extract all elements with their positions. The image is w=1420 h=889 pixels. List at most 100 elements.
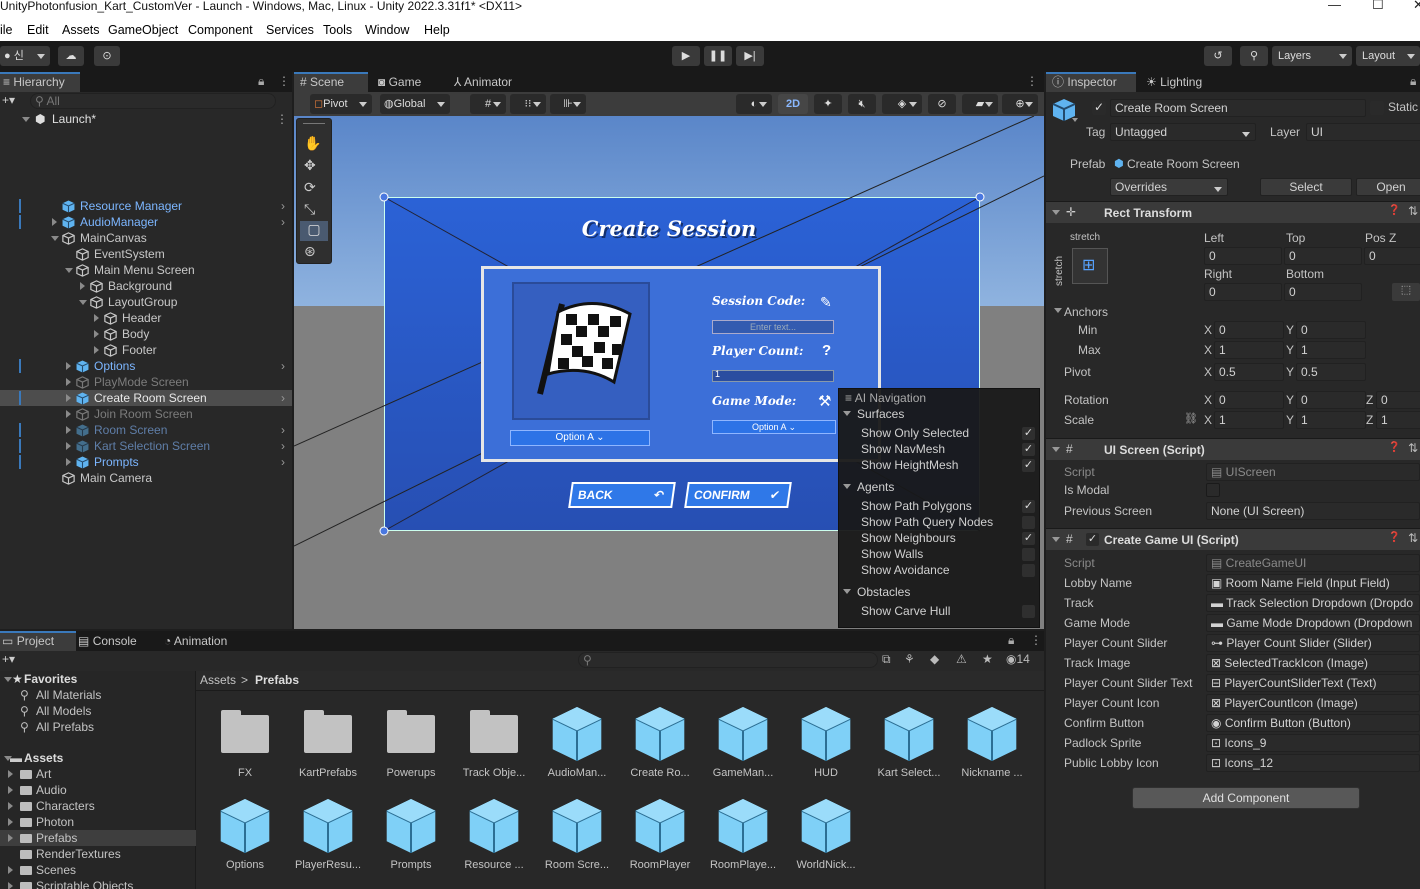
- prefab-asset[interactable]: RoomPlaye...: [702, 793, 784, 883]
- link-icon[interactable]: ⛓: [1184, 412, 1198, 425]
- grid-dropdown[interactable]: ⁝⁝: [510, 94, 546, 114]
- chevron-right-icon[interactable]: ›: [281, 422, 285, 438]
- reference-field[interactable]: ▬ Game Mode Dropdown (Dropdown: [1206, 614, 1420, 632]
- menu-component[interactable]: Component: [188, 23, 253, 37]
- open-button[interactable]: Open: [1356, 178, 1420, 196]
- ai-section-header[interactable]: Agents: [843, 480, 894, 494]
- expand-arrow[interactable]: [8, 882, 13, 889]
- object-name-field[interactable]: Create Room Screen: [1110, 99, 1366, 117]
- prefab-asset[interactable]: HUD: [785, 701, 867, 791]
- project-search[interactable]: ⚲: [578, 652, 878, 668]
- anchor-preset-button[interactable]: ⊞: [1072, 248, 1108, 284]
- reference-field[interactable]: ⊡ Icons_9: [1206, 734, 1420, 752]
- right-field[interactable]: 0: [1204, 283, 1282, 301]
- folder-item[interactable]: Characters: [0, 798, 196, 814]
- lighting-icon[interactable]: ✦: [814, 94, 842, 114]
- hierarchy-item[interactable]: Body: [0, 326, 292, 342]
- prefab-asset[interactable]: RoomPlayer: [619, 793, 701, 883]
- visibility-icon[interactable]: ⊘: [928, 94, 956, 114]
- tag-dropdown[interactable]: Untagged: [1110, 123, 1256, 141]
- expand-arrow[interactable]: [66, 362, 71, 370]
- ai-option-checkbox[interactable]: ✓: [1022, 459, 1035, 472]
- ai-option-row[interactable]: Show Path Query Nodes: [839, 515, 1039, 531]
- back-button[interactable]: BACK ↶: [568, 482, 676, 508]
- menu-gameobject[interactable]: GameObject: [108, 23, 178, 37]
- anchor-min-x[interactable]: 0: [1214, 321, 1284, 339]
- filter-icon[interactable]: ⚘: [904, 652, 915, 666]
- add-icon[interactable]: +▾: [2, 93, 15, 107]
- ui-screen-header[interactable]: # UI Screen (Script) ❓ ⇅: [1046, 438, 1420, 460]
- confirm-button[interactable]: CONFIRM ✔: [684, 482, 792, 508]
- chevron-right-icon[interactable]: ›: [281, 390, 285, 406]
- search-icon[interactable]: ⚲: [1240, 46, 1268, 66]
- folder-asset[interactable]: Powerups: [370, 701, 452, 791]
- rotation-x[interactable]: 0: [1214, 391, 1284, 409]
- reference-field[interactable]: ▬ Track Selection Dropdown (Dropdo: [1206, 594, 1420, 612]
- gizmos-dropdown[interactable]: ⊕: [1002, 94, 1038, 114]
- bottom-field[interactable]: 0: [1284, 283, 1362, 301]
- expand-arrow[interactable]: [66, 458, 71, 466]
- folder-item[interactable]: Scriptable Objects: [0, 878, 196, 889]
- ai-option-row[interactable]: Show NavMesh ✓: [839, 442, 1039, 458]
- hierarchy-item[interactable]: Footer: [0, 342, 292, 358]
- reference-field[interactable]: ⊟ PlayerCountSliderText (Text): [1206, 674, 1420, 692]
- lock-icon[interactable]: 🔒︎: [258, 74, 264, 89]
- hierarchy-item[interactable]: Options ›: [0, 358, 292, 374]
- ai-option-row[interactable]: Show HeightMesh ✓: [839, 458, 1039, 474]
- hierarchy-item[interactable]: Kart Selection Screen ›: [0, 438, 292, 454]
- tab-inspector[interactable]: ⓘ Inspector: [1046, 72, 1136, 92]
- expand-arrow[interactable]: [8, 802, 13, 810]
- prefab-asset[interactable]: Room Scre...: [536, 793, 618, 883]
- ai-option-checkbox[interactable]: ✓: [1022, 443, 1035, 456]
- lock-icon[interactable]: 🔒︎: [1008, 633, 1014, 648]
- ai-option-checkbox[interactable]: ✓: [1022, 532, 1035, 545]
- rotate-tool-icon[interactable]: ⟳: [304, 179, 316, 196]
- rect-tool-icon[interactable]: ▢: [300, 221, 328, 241]
- chevron-right-icon[interactable]: ›: [281, 214, 285, 230]
- session-code-input[interactable]: Enter text...: [712, 320, 834, 334]
- hierarchy-item[interactable]: LayoutGroup: [0, 294, 292, 310]
- overrides-dropdown[interactable]: Overrides: [1110, 178, 1228, 196]
- chevron-right-icon[interactable]: ›: [281, 438, 285, 454]
- ai-option-row[interactable]: Show Neighbours ✓: [839, 531, 1039, 547]
- move-tool-icon[interactable]: ✥: [304, 157, 316, 174]
- expand-arrow[interactable]: [66, 378, 71, 386]
- kebab-icon[interactable]: ⋮: [278, 74, 290, 88]
- chevron-right-icon[interactable]: ›: [281, 358, 285, 374]
- settings-icon[interactable]: ⇅: [1408, 441, 1418, 455]
- ai-option-checkbox[interactable]: ✓: [1022, 427, 1035, 440]
- add-icon[interactable]: +▾: [2, 652, 15, 666]
- tab-animator[interactable]: ⅄ Animator: [454, 72, 534, 92]
- scene-row[interactable]: ⬢ Launch* ⋮: [0, 110, 292, 128]
- tab-hierarchy[interactable]: ≡ Hierarchy: [0, 72, 80, 92]
- scale-tool-icon[interactable]: ⤡: [304, 201, 315, 218]
- cloud-icon[interactable]: ☁: [58, 46, 84, 66]
- folder-asset[interactable]: Track Obje...: [453, 701, 535, 791]
- prefab-asset[interactable]: Resource ...: [453, 793, 535, 883]
- scale-x[interactable]: 1: [1214, 411, 1284, 429]
- step-button[interactable]: ▶|: [736, 46, 764, 66]
- draw-mode-dropdown[interactable]: ◐: [736, 94, 772, 114]
- settings-icon[interactable]: ⇅: [1408, 204, 1418, 218]
- hierarchy-item[interactable]: PlayMode Screen: [0, 374, 292, 390]
- ai-option-checkbox[interactable]: [1022, 548, 1035, 561]
- tab-console[interactable]: ▤ Console: [78, 631, 158, 651]
- expand-arrow[interactable]: [52, 218, 57, 226]
- expand-arrow[interactable]: [8, 834, 13, 842]
- game-mode-dropdown[interactable]: Option A ⌄: [712, 420, 836, 434]
- lock-icon[interactable]: 🔒︎: [1410, 74, 1416, 89]
- collapse-arrow[interactable]: [1052, 447, 1060, 452]
- hierarchy-item[interactable]: Room Screen ›: [0, 422, 292, 438]
- pause-button[interactable]: ❚❚: [704, 46, 732, 66]
- close-button[interactable]: ✕: [1413, 0, 1420, 11]
- hierarchy-item[interactable]: AudioManager ›: [0, 214, 292, 230]
- tab-game[interactable]: ◙ Game: [378, 72, 438, 92]
- history-icon[interactable]: ↺: [1204, 46, 1232, 66]
- hierarchy-search[interactable]: ⚲ All: [30, 93, 276, 109]
- expand-arrow[interactable]: [94, 346, 99, 354]
- active-checkbox[interactable]: ✓: [1092, 101, 1106, 115]
- enabled-checkbox[interactable]: ✓: [1086, 533, 1099, 546]
- menu-window[interactable]: Window: [365, 23, 409, 37]
- collapse-arrow[interactable]: [79, 300, 87, 305]
- select-button[interactable]: Select: [1260, 178, 1352, 196]
